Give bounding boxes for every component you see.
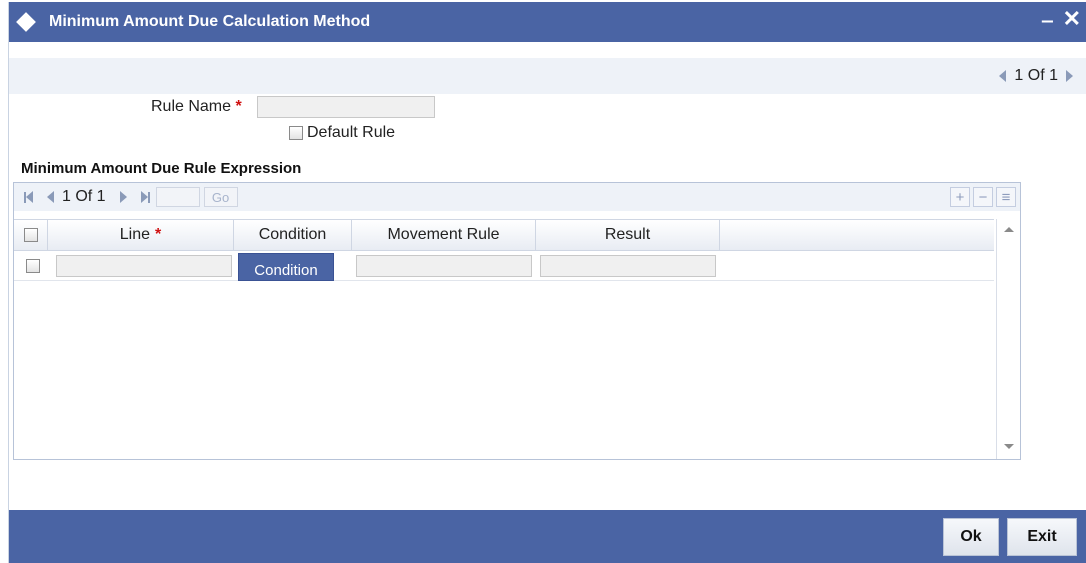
- scroll-down-icon[interactable]: [1004, 444, 1014, 449]
- minimize-button[interactable]: ‒: [1042, 10, 1053, 33]
- exit-button[interactable]: Exit: [1007, 518, 1077, 556]
- result-input[interactable]: [540, 255, 716, 277]
- diamond-icon: [16, 12, 36, 32]
- dialog-window: Minimum Amount Due Calculation Method ‒ …: [8, 2, 1086, 563]
- grid-actions: + − ≡: [950, 187, 1016, 207]
- default-rule-label: Default Rule: [307, 124, 396, 141]
- record-pager-text: 1 Of 1: [1014, 67, 1058, 84]
- section-title: Minimum Amount Due Rule Expression: [21, 160, 302, 177]
- movement-rule-input[interactable]: [356, 255, 532, 277]
- header-select-cell: [14, 220, 48, 250]
- line-required-marker: *: [155, 226, 162, 243]
- grid-pager-text: 1 Of 1: [62, 188, 106, 205]
- previous-record-icon[interactable]: [999, 70, 1007, 82]
- column-header-result[interactable]: Result: [536, 220, 720, 250]
- grid-toolbar: 1 Of 1 Go + − ≡: [14, 183, 1020, 211]
- single-view-icon[interactable]: ≡: [996, 187, 1016, 207]
- grid-header: Line * Condition Movement Rule Result: [14, 219, 994, 251]
- column-header-condition[interactable]: Condition: [234, 220, 352, 250]
- table-row: Condition: [14, 251, 994, 281]
- go-button[interactable]: Go: [203, 187, 238, 207]
- window-title: Minimum Amount Due Calculation Method: [49, 13, 371, 30]
- delete-row-icon[interactable]: −: [973, 187, 993, 207]
- next-page-icon[interactable]: [119, 191, 127, 203]
- page-number-input[interactable]: [155, 187, 200, 207]
- ok-button[interactable]: Ok: [943, 518, 999, 556]
- title-bar[interactable]: Minimum Amount Due Calculation Method ‒ …: [9, 2, 1086, 42]
- record-pager-bar: 1 Of 1: [9, 58, 1086, 94]
- add-row-icon[interactable]: +: [950, 187, 970, 207]
- column-header-line-text: Line: [119, 226, 150, 243]
- close-button[interactable]: ✕: [1063, 6, 1081, 32]
- condition-button[interactable]: Condition: [238, 253, 334, 281]
- required-marker: *: [235, 98, 242, 115]
- column-header-movement-rule[interactable]: Movement Rule: [352, 220, 536, 250]
- vertical-scrollbar[interactable]: [996, 219, 1020, 459]
- footer-bar: Ok Exit: [9, 510, 1086, 563]
- rule-name-input[interactable]: [257, 96, 435, 118]
- previous-page-icon[interactable]: [47, 191, 54, 203]
- row-select-checkbox[interactable]: [26, 259, 40, 273]
- rule-name-label: Rule Name *: [151, 98, 242, 116]
- default-rule-checkbox[interactable]: [289, 126, 303, 140]
- rule-expression-grid: 1 Of 1 Go + − ≡ Line * Condition Movemen…: [13, 182, 1021, 460]
- rule-name-label-text: Rule Name: [151, 98, 232, 115]
- select-all-checkbox[interactable]: [23, 228, 38, 242]
- first-page-icon[interactable]: [24, 191, 33, 203]
- column-header-line[interactable]: Line *: [48, 220, 234, 250]
- line-input[interactable]: [56, 255, 232, 277]
- scroll-up-icon[interactable]: [1004, 227, 1014, 232]
- last-page-icon[interactable]: [140, 191, 150, 203]
- next-record-icon[interactable]: [1066, 70, 1073, 82]
